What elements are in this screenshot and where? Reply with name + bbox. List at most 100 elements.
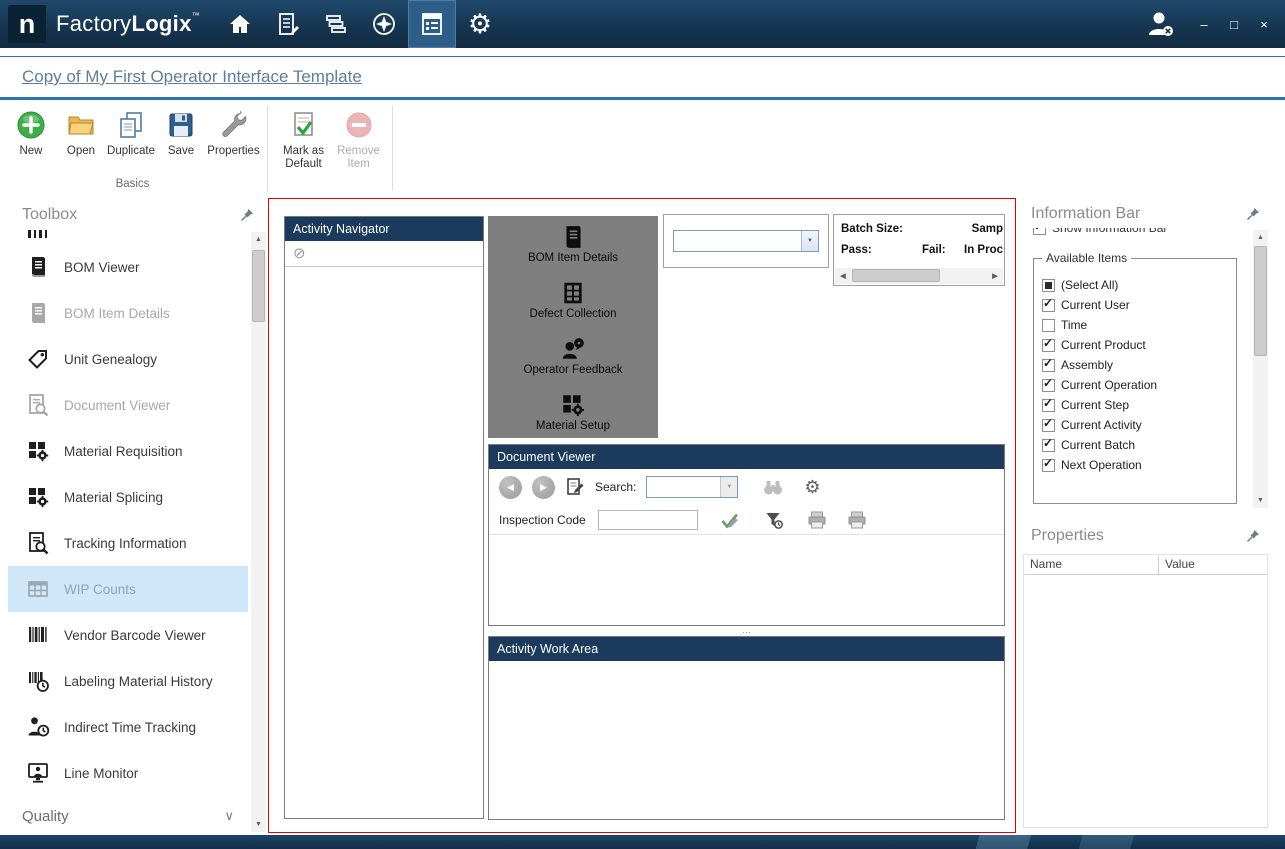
column-header-name[interactable]: Name <box>1024 555 1159 574</box>
batch-horizontal-scrollbar[interactable]: ◀ ▶ <box>835 268 1003 284</box>
current-step-checkbox[interactable]: ✓ <box>1042 399 1055 412</box>
next-operation-checkbox[interactable]: ✓ <box>1042 459 1055 472</box>
toolbox-item-vendor-barcode-viewer[interactable]: Vendor Barcode Viewer <box>8 612 248 658</box>
properties-button[interactable]: Properties <box>206 108 261 158</box>
document-viewer-header[interactable]: Document Viewer <box>489 445 1004 469</box>
checkbox-row-time[interactable]: Time <box>1042 315 1236 335</box>
nav-home-button[interactable] <box>216 0 264 48</box>
toolbox-section-quality[interactable]: Quality ∨ <box>8 802 248 830</box>
document-viewer-panel[interactable]: Document Viewer ◀ ▶ Search: ▼ ⚙ Inspecti… <box>488 444 1005 626</box>
pin-icon[interactable] <box>240 208 254 222</box>
scroll-right-icon[interactable]: ▶ <box>987 268 1003 284</box>
document-edit-icon[interactable] <box>565 477 585 497</box>
current-user-checkbox[interactable]: ✓ <box>1042 299 1055 312</box>
inspection-code-input[interactable] <box>598 510 698 530</box>
forward-button[interactable]: ▶ <box>532 476 555 499</box>
back-button[interactable]: ◀ <box>499 476 522 499</box>
minimize-button[interactable]: – <box>1191 13 1217 35</box>
toolbox-item-document-viewer[interactable]: Document Viewer <box>8 382 248 428</box>
nav-navigator-button[interactable] <box>360 0 408 48</box>
binoculars-icon[interactable] <box>762 476 784 498</box>
filter-icon[interactable] <box>764 510 784 530</box>
activity-navigator-header[interactable]: Activity Navigator <box>285 217 483 241</box>
show-information-bar-row[interactable]: ✓ Show Information Bar <box>1033 228 1270 241</box>
maximize-button[interactable]: □ <box>1221 13 1247 35</box>
combobox-arrow-icon[interactable]: ▼ <box>720 477 737 497</box>
checkbox-row-current-batch[interactable]: ✓ Current Batch <box>1042 435 1236 455</box>
toolbox-item-tracking-information[interactable]: Tracking Information <box>8 520 248 566</box>
properties-title: Properties <box>1031 527 1104 545</box>
compass-icon <box>371 11 397 37</box>
scroll-left-icon[interactable]: ◀ <box>835 268 851 284</box>
column-header-value[interactable]: Value <box>1159 555 1201 574</box>
checkbox-row-current-operation[interactable]: ✓ Current Operation <box>1042 375 1236 395</box>
dropdown-combobox[interactable]: ▼ <box>673 230 819 252</box>
duplicate-button[interactable]: Duplicate <box>106 108 156 158</box>
activity-work-area-panel[interactable]: Activity Work Area <box>488 636 1005 820</box>
activity-navigator-title: Activity Navigator <box>293 222 390 236</box>
checkbox-label: Time <box>1061 318 1087 332</box>
show-information-bar-checkbox[interactable]: ✓ <box>1033 228 1046 235</box>
toolbox-item-line-monitor[interactable]: Line Monitor <box>8 750 248 796</box>
checkbox-row-next-operation[interactable]: ✓ Next Operation <box>1042 455 1236 475</box>
save-button[interactable]: Save <box>156 108 206 158</box>
panel-splitter-handle[interactable]: … <box>488 628 1005 635</box>
checkbox-row-current-activity[interactable]: ✓ Current Activity <box>1042 415 1236 435</box>
pin-icon[interactable] <box>1246 529 1260 543</box>
close-button[interactable]: × <box>1251 13 1277 35</box>
checkbox-row-current-product[interactable]: ✓ Current Product <box>1042 335 1236 355</box>
current-activity-checkbox[interactable]: ✓ <box>1042 419 1055 432</box>
palette-item-bom-item-details[interactable]: BOM Item Details <box>528 224 618 264</box>
open-button[interactable]: Open <box>56 108 106 158</box>
current-product-checkbox[interactable]: ✓ <box>1042 339 1055 352</box>
nav-forms-button[interactable] <box>264 0 312 48</box>
search-combobox[interactable]: ▼ <box>646 476 738 498</box>
current-operation-checkbox[interactable]: ✓ <box>1042 379 1055 392</box>
new-button[interactable]: New <box>6 108 56 158</box>
current-batch-checkbox[interactable]: ✓ <box>1042 439 1055 452</box>
toolbox-item-material-requisition[interactable]: Material Requisition <box>8 428 248 474</box>
print-preview-icon[interactable] <box>846 509 868 531</box>
toolbox-item-bom-viewer[interactable]: BOM Viewer <box>8 244 248 290</box>
pin-icon[interactable] <box>1246 207 1260 221</box>
palette-item-operator-feedback[interactable]: Operator Feedback <box>523 336 622 376</box>
user-account-button[interactable] <box>1143 7 1177 41</box>
nav-materials-button[interactable] <box>312 0 360 48</box>
nav-operator-interface-button[interactable] <box>408 0 456 48</box>
print-icon[interactable] <box>806 509 828 531</box>
toolbox-item-indirect-time-tracking[interactable]: Indirect Time Tracking <box>8 704 248 750</box>
checkbox-row-select-all[interactable]: (Select All) <box>1042 275 1236 295</box>
mark-as-default-button[interactable]: Mark as Default <box>276 108 331 171</box>
toolbox-item-material-splicing[interactable]: Material Splicing <box>8 474 248 520</box>
palette-item-defect-collection[interactable]: Defect Collection <box>530 280 617 320</box>
select-all-checkbox[interactable] <box>1042 279 1055 292</box>
scrollbar-thumb[interactable] <box>852 269 940 282</box>
toolbox-item-unit-genealogy[interactable]: Unit Genealogy <box>8 336 248 382</box>
checkbox-row-current-step[interactable]: ✓ Current Step <box>1042 395 1236 415</box>
toolbox-item-wip-counts[interactable]: WIP Counts <box>8 566 248 612</box>
information-bar-scrollbar[interactable]: ▲ ▼ <box>1253 230 1268 508</box>
time-checkbox[interactable] <box>1042 319 1055 332</box>
remove-item-button[interactable]: Remove Item <box>331 108 386 171</box>
activity-navigator-panel[interactable]: Activity Navigator ⊘ <box>284 216 484 819</box>
scrollbar-thumb[interactable] <box>252 250 265 322</box>
nav-settings-button[interactable]: ⚙ <box>456 0 504 48</box>
scroll-up-icon[interactable]: ▲ <box>251 232 266 247</box>
scrollbar-thumb[interactable] <box>1254 246 1267 356</box>
toolbox-item-labeling-material-history[interactable]: Labeling Material History <box>8 658 248 704</box>
activity-work-area-header[interactable]: Activity Work Area <box>489 637 1004 661</box>
scroll-up-icon[interactable]: ▲ <box>1253 230 1268 245</box>
scroll-down-icon[interactable]: ▼ <box>1253 493 1268 508</box>
checkbox-row-assembly[interactable]: ✓ Assembly <box>1042 355 1236 375</box>
toolbox-scrollbar[interactable]: ▲ ▼ <box>251 232 266 832</box>
validate-check-icon[interactable] <box>720 510 740 530</box>
scroll-down-icon[interactable]: ▼ <box>251 817 266 832</box>
save-icon <box>166 110 196 140</box>
assembly-checkbox[interactable]: ✓ <box>1042 359 1055 372</box>
viewer-settings-gear-icon[interactable]: ⚙ <box>804 478 820 496</box>
ribbon-group-default: Mark as Default Remove Item <box>270 100 390 197</box>
toolbox-item-bom-item-details[interactable]: BOM Item Details <box>8 290 248 336</box>
combobox-arrow-icon[interactable]: ▼ <box>801 231 818 251</box>
palette-item-material-setup[interactable]: Material Setup <box>536 392 610 432</box>
checkbox-row-current-user[interactable]: ✓ Current User <box>1042 295 1236 315</box>
